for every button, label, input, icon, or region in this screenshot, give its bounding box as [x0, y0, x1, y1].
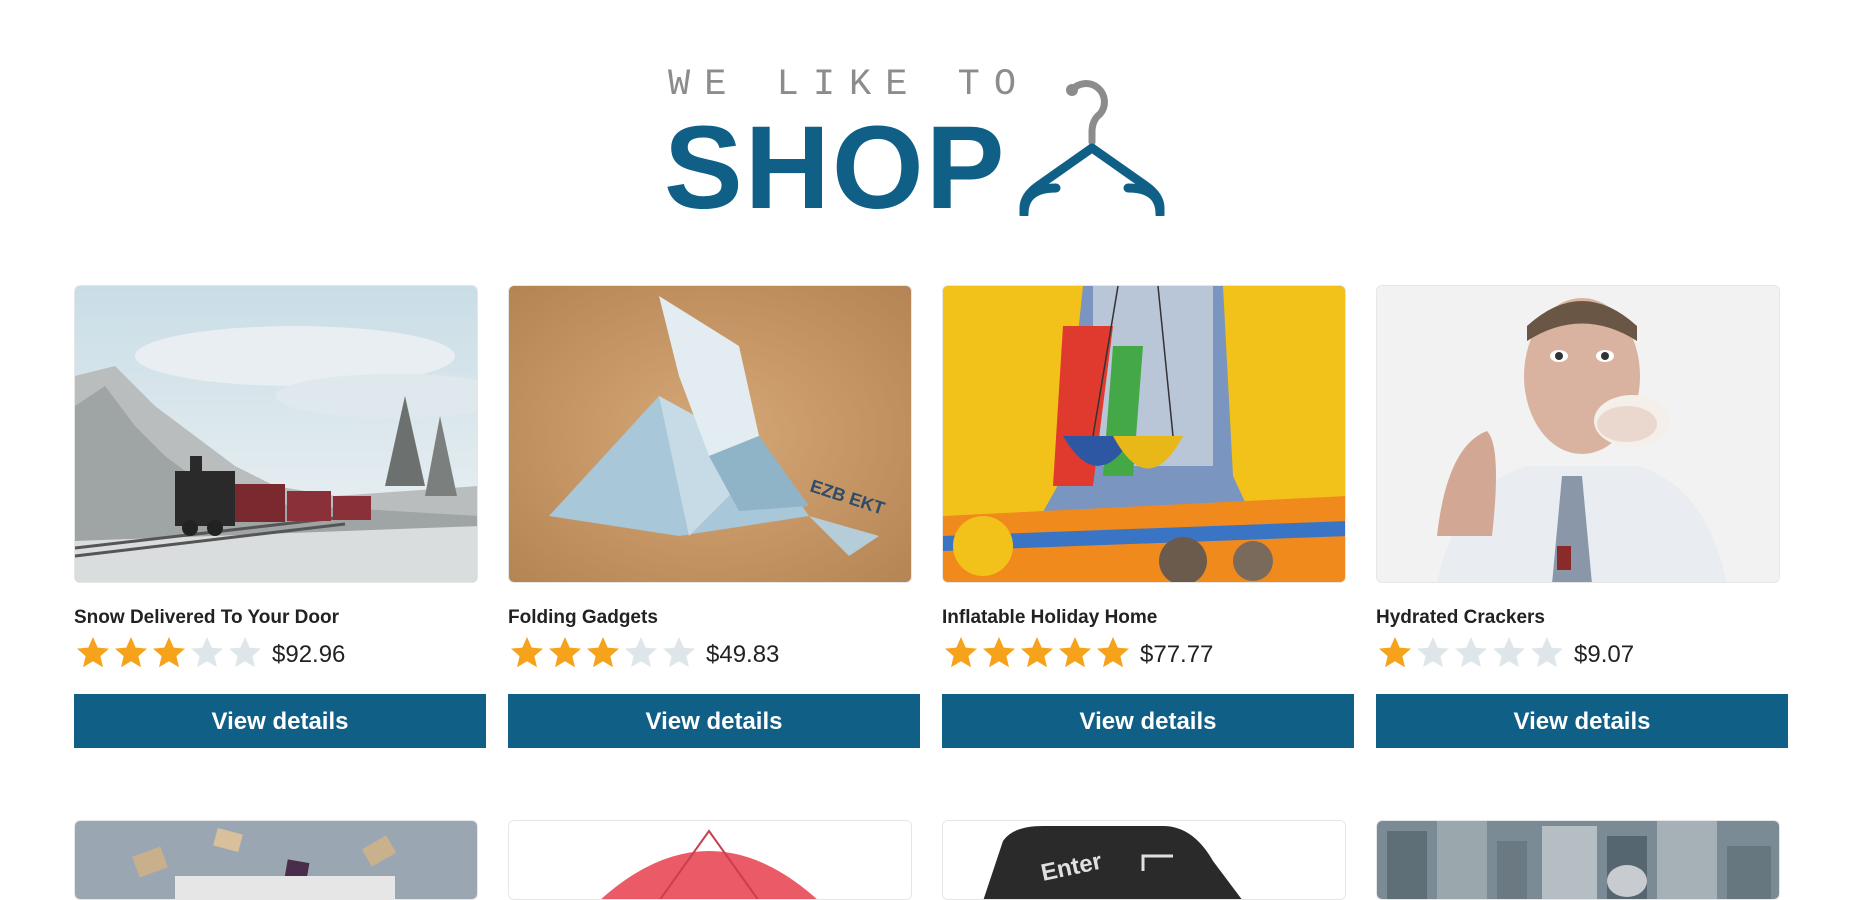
view-details-button[interactable]: View details: [508, 694, 920, 748]
product-price: $92.96: [272, 641, 346, 668]
star-filled-icon: [1021, 636, 1053, 667]
product-title[interactable]: Snow Delivered To Your Door: [74, 607, 339, 629]
star-filled-icon: [1059, 636, 1091, 667]
star-rating: $9.07: [1376, 635, 1634, 675]
product-price: $77.77: [1140, 641, 1214, 668]
view-details-button[interactable]: View details: [942, 694, 1354, 748]
star-filled-icon: [77, 636, 109, 667]
star-filled-icon: [983, 636, 1015, 667]
product-price: $9.07: [1574, 641, 1635, 668]
star-rating: $92.96: [74, 635, 345, 675]
star-empty-icon: [191, 636, 223, 667]
star-empty-icon: [1531, 636, 1563, 667]
product-image-folding[interactable]: EZB EKT: [508, 285, 912, 583]
product-image-snow[interactable]: [74, 285, 478, 583]
hanger-icon: [1019, 80, 1165, 216]
product-image-inflatable[interactable]: [942, 285, 1346, 583]
product-price: $49.83: [706, 641, 780, 668]
star-filled-icon: [153, 636, 185, 667]
star-empty-icon: [1493, 636, 1525, 667]
product-image-books[interactable]: [74, 820, 478, 900]
star-filled-icon: [549, 636, 581, 667]
product-title[interactable]: Inflatable Holiday Home: [942, 607, 1157, 629]
star-empty-icon: [663, 636, 695, 667]
star-filled-icon: [1097, 636, 1129, 667]
star-empty-icon: [1455, 636, 1487, 667]
product-image-enter-key[interactable]: Enter: [942, 820, 1346, 900]
star-rating: $77.77: [942, 635, 1213, 675]
product-image-umbrella[interactable]: [508, 820, 912, 900]
star-filled-icon: [587, 636, 619, 667]
product-image-crackers[interactable]: [1376, 285, 1780, 583]
view-details-button[interactable]: View details: [74, 694, 486, 748]
star-filled-icon: [115, 636, 147, 667]
star-filled-icon: [511, 636, 543, 667]
product-image-city[interactable]: [1376, 820, 1780, 900]
product-title[interactable]: Folding Gadgets: [508, 607, 658, 629]
star-empty-icon: [229, 636, 261, 667]
star-empty-icon: [1417, 636, 1449, 667]
star-empty-icon: [625, 636, 657, 667]
view-details-button[interactable]: View details: [1376, 694, 1788, 748]
star-filled-icon: [945, 636, 977, 667]
logo-brand-text: SHOP: [664, 102, 1007, 234]
star-filled-icon: [1379, 636, 1411, 667]
product-title[interactable]: Hydrated Crackers: [1376, 607, 1545, 629]
star-rating: $49.83: [508, 635, 779, 675]
site-logo[interactable]: WE LIKE TO SHOP: [664, 58, 1224, 234]
